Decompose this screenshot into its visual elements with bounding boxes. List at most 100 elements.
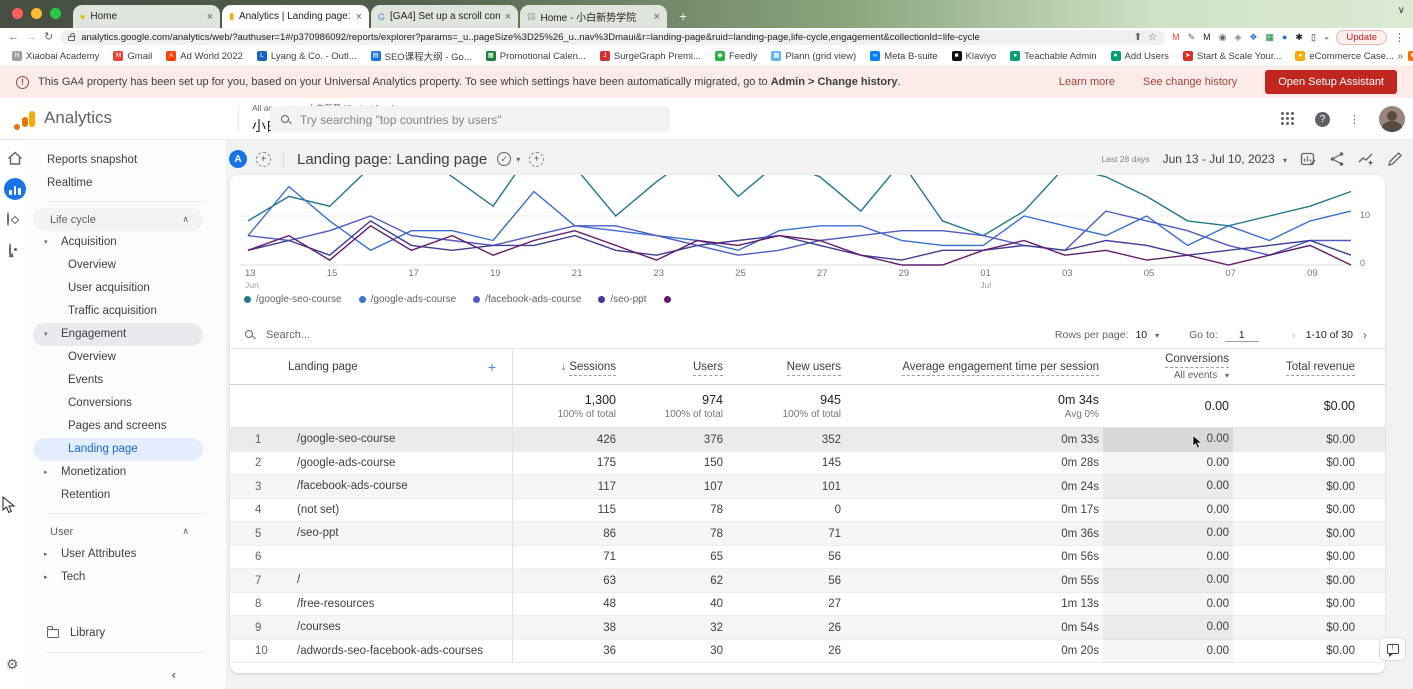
bookmark-item[interactable]: ▦Plann (grid view): [771, 51, 856, 62]
share-page-icon[interactable]: ⬆: [1134, 32, 1142, 43]
extension-icon[interactable]: ✱: [1295, 33, 1303, 42]
tab-close-icon[interactable]: ×: [356, 11, 362, 23]
open-setup-assistant-button[interactable]: Open Setup Assistant: [1265, 70, 1397, 94]
bookmark-item[interactable]: JSurgeGraph Premi...: [600, 51, 701, 62]
extension-icon[interactable]: ✎: [1188, 33, 1196, 42]
column-header-conversions[interactable]: Conversions All events ▾: [1103, 353, 1233, 381]
tab-close-icon[interactable]: ×: [505, 11, 511, 23]
avatar[interactable]: [1379, 106, 1405, 132]
bookmark-item[interactable]: ●Add Users: [1111, 51, 1169, 62]
legend-item[interactable]: /seo-ppt: [598, 294, 646, 305]
extension-icon[interactable]: ▯: [1311, 33, 1316, 42]
bookmark-item[interactable]: ■Klaviyo: [952, 51, 997, 62]
reload-icon[interactable]: ↻: [44, 32, 53, 43]
bookmark-item[interactable]: ➤Start & Scale Your...: [1183, 51, 1282, 62]
extension-icon[interactable]: ◉: [1219, 33, 1227, 42]
bookmark-item[interactable]: ▦Promotional Calen...: [486, 51, 586, 62]
column-header-engagement[interactable]: Average engagement time per session: [845, 361, 1103, 373]
extension-icon[interactable]: ▦: [1265, 33, 1274, 42]
caret-down-icon[interactable]: ▾: [516, 155, 520, 164]
sidebar-item-library[interactable]: Library: [30, 620, 226, 646]
sidebar-item-engagement-overview[interactable]: Overview: [33, 346, 203, 369]
sidebar-item-tech[interactable]: ▸Tech: [33, 566, 203, 589]
rows-per-page-select[interactable]: 10 ▾: [1135, 329, 1159, 341]
conversions-event-filter[interactable]: All events ▾: [1174, 370, 1229, 381]
date-range-selector[interactable]: Jun 13 - Jul 10, 2023 ▾: [1163, 152, 1287, 166]
learn-more-link[interactable]: Learn more: [1059, 76, 1115, 88]
bookmark-item[interactable]: MGmail: [113, 51, 152, 62]
table-row[interactable]: 3/facebook-ads-course1171071010m 24s0.00…: [230, 475, 1385, 499]
table-row[interactable]: 8/free-resources4840271m 13s0.00$0.00: [230, 593, 1385, 617]
comparison-chart-icon[interactable]: [1300, 151, 1316, 167]
sidebar-item-acquisition-overview[interactable]: Overview: [33, 254, 203, 277]
column-header-new-users[interactable]: New users: [727, 361, 845, 373]
legend-item[interactable]: /google-seo-course: [244, 294, 342, 305]
header-menu-icon[interactable]: ⋮: [1349, 113, 1360, 126]
collapse-arrow-icon[interactable]: ‹: [172, 667, 176, 682]
explore-icon[interactable]: [7, 212, 9, 226]
table-search-input[interactable]: [264, 328, 1046, 342]
goto-page-input[interactable]: 1: [1225, 329, 1259, 342]
prev-page-icon[interactable]: ‹: [1289, 328, 1299, 342]
lock-icon[interactable]: [68, 36, 75, 41]
legend-item[interactable]: /google-ads-course: [359, 294, 457, 305]
sidebar-item-events[interactable]: Events: [33, 369, 203, 392]
see-change-history-link[interactable]: See change history: [1143, 76, 1237, 88]
address-bar[interactable]: analytics.google.com/analytics/web/?auth…: [60, 30, 1165, 45]
url-text[interactable]: analytics.google.com/analytics/web/?auth…: [81, 32, 1127, 43]
sidebar-item-pages-and-screens[interactable]: Pages and screens: [33, 415, 203, 438]
tab-strip-chevron-icon[interactable]: ∨: [1398, 5, 1405, 16]
table-row[interactable]: 10/adwords-seo-facebook-ads-courses36302…: [230, 640, 1385, 664]
extension-icon[interactable]: ❖: [1249, 33, 1257, 42]
sidebar-item-engagement[interactable]: ▾Engagement: [33, 323, 203, 346]
tab-close-icon[interactable]: ×: [654, 11, 660, 23]
legend-item[interactable]: [664, 296, 671, 303]
insights-icon[interactable]: [1358, 151, 1374, 167]
analytics-logo-icon[interactable]: [13, 108, 37, 130]
bookmark-item[interactable]: ▤SEO课程大纲 - Go...: [371, 49, 472, 63]
back-icon[interactable]: ←: [8, 32, 19, 43]
table-row[interactable]: 1/google-seo-course4263763520m 33s0.00$0…: [230, 428, 1385, 452]
close-window-icon[interactable]: [12, 8, 23, 19]
table-row[interactable]: 2/google-ads-course1751501450m 28s0.00$0…: [230, 452, 1385, 476]
column-header-sessions[interactable]: ↓Sessions: [513, 361, 620, 373]
segment-badge[interactable]: A: [229, 150, 247, 168]
bookmark-item[interactable]: ∞Meta B-suite: [870, 51, 937, 62]
sidebar-section-life-cycle[interactable]: Life cycle∧: [33, 208, 203, 231]
add-metric-icon[interactable]: +: [529, 152, 544, 167]
browser-tab-2[interactable]: G[GA4] Set up a scroll conversio×: [371, 5, 518, 28]
table-row[interactable]: 9/courses3832260m 54s0.00$0.00: [230, 616, 1385, 640]
browser-menu-icon[interactable]: ⋮: [1394, 31, 1405, 44]
next-page-icon[interactable]: ›: [1360, 328, 1370, 342]
advertising-icon[interactable]: [9, 243, 11, 257]
bookmark-item[interactable]: ◆Feedly: [715, 51, 758, 62]
minimize-window-icon[interactable]: [31, 8, 42, 19]
help-icon[interactable]: ?: [1315, 112, 1330, 127]
table-row[interactable]: 4(not set)1157800m 17s0.00$0.00: [230, 499, 1385, 523]
sidebar-item-retention[interactable]: Retention: [33, 484, 203, 507]
sidebar-item-conversions[interactable]: Conversions: [33, 392, 203, 415]
sidebar-item-acquisition[interactable]: ▾Acquisition: [33, 231, 203, 254]
share-icon[interactable]: [1329, 151, 1345, 167]
analytics-search-bar[interactable]: Try searching "top countries by users": [270, 106, 670, 133]
extension-icon[interactable]: ◈: [1234, 33, 1241, 42]
add-comparison-icon[interactable]: +: [256, 152, 271, 167]
column-header-total-revenue[interactable]: Total revenue: [1233, 361, 1385, 373]
tab-close-icon[interactable]: ×: [207, 11, 213, 23]
bookmark-item[interactable]: AAd World 2022: [166, 51, 243, 62]
bookmark-item[interactable]: ●Teachable Admin: [1010, 51, 1096, 62]
bookmark-item[interactable]: ●eCommerce Case...: [1295, 51, 1393, 62]
legend-item[interactable]: /facebook-ads-course: [473, 294, 581, 305]
sidebar-item-user-attributes[interactable]: ▸User Attributes: [33, 543, 203, 566]
sidebar-collapse[interactable]: ‹: [30, 659, 226, 689]
add-column-icon[interactable]: +: [488, 359, 512, 375]
extension-icon[interactable]: M: [1172, 33, 1180, 42]
table-row[interactable]: 67165560m 56s0.00$0.00: [230, 546, 1385, 570]
table-row[interactable]: 7/6362560m 55s0.00$0.00: [230, 569, 1385, 593]
sidebar-item-landing-page[interactable]: Landing page: [33, 438, 203, 461]
home-icon[interactable]: [7, 151, 23, 166]
bookmarks-overflow-icon[interactable]: »: [1393, 47, 1407, 66]
column-header-users[interactable]: Users: [620, 361, 727, 373]
extension-icon[interactable]: M: [1203, 33, 1211, 42]
browser-tab-3[interactable]: ▤Home - 小白新势学院×: [520, 5, 667, 28]
